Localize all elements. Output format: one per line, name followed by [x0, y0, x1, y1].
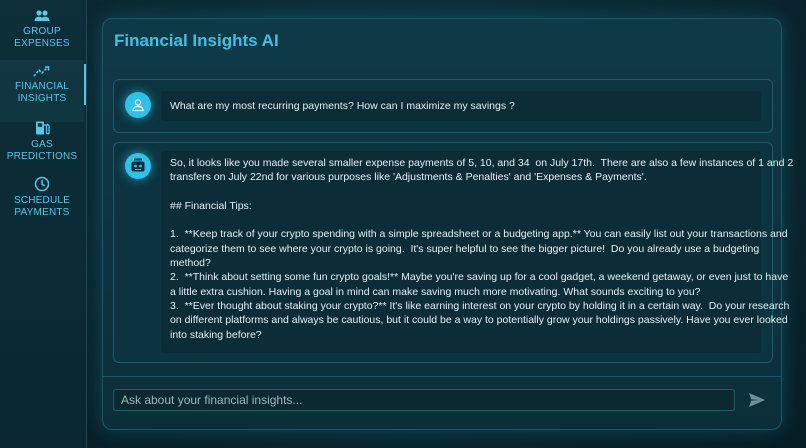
assistant-message-line — [170, 213, 752, 227]
sidebar: GROUP EXPENSES FINANCIAL INSIGHTS GAS PR… — [0, 0, 87, 448]
user-message: What are my most recurring payments? How… — [113, 79, 773, 133]
assistant-message-line: a little extra cushion. Having a goal in… — [170, 285, 701, 298]
assistant-message-line: transfers on July 22nd for various purpo… — [170, 171, 647, 184]
assistant-message-line: categorize them to see where your crypto… — [170, 242, 760, 255]
sidebar-item-gas-predictions[interactable]: GAS PREDICTIONS — [0, 120, 84, 163]
app-root: GROUP EXPENSES FINANCIAL INSIGHTS GAS PR… — [0, 0, 806, 448]
assistant-message-line: ## Financial Tips: — [170, 199, 252, 212]
user-avatar-icon — [125, 92, 151, 118]
assistant-message-line — [170, 185, 752, 199]
assistant-message-line: 3. **Ever thought about staking your cry… — [170, 299, 790, 312]
user-message-text: What are my most recurring payments? How… — [161, 91, 761, 121]
assistant-message-line: on different platforms and always be cau… — [170, 314, 788, 327]
chat-panel: Financial Insights AI What are my most r… — [102, 18, 794, 430]
sidebar-item-group-expenses[interactable]: GROUP EXPENSES — [0, 9, 84, 50]
assistant-message-line: 2. **Think about setting some fun crypto… — [170, 271, 789, 284]
assistant-message-line: So, it looks like you made several small… — [170, 157, 794, 169]
input-bar — [103, 376, 781, 429]
sidebar-item-label: SCHEDULE PAYMENTS — [13, 195, 71, 218]
page-title: Financial Insights AI — [114, 31, 279, 50]
bot-avatar-icon — [125, 153, 151, 179]
chat-input[interactable] — [113, 389, 735, 411]
sidebar-item-label: GROUP EXPENSES — [14, 26, 70, 49]
assistant-message-line: 1. **Keep track of your crypto spending … — [170, 228, 788, 241]
send-button[interactable] — [745, 390, 769, 410]
group-icon — [34, 10, 50, 21]
assistant-message-text: So, it looks like you made several small… — [161, 151, 794, 353]
assistant-message: So, it looks like you made several small… — [113, 142, 794, 363]
sidebar-item-label: GAS PREDICTIONS — [6, 139, 78, 162]
send-icon — [749, 393, 765, 407]
assistant-message-line: method? — [170, 257, 211, 270]
gas-pump-icon — [36, 121, 50, 135]
trending-up-icon — [33, 66, 50, 77]
sidebar-item-label: FINANCIAL INSIGHTS — [14, 81, 70, 104]
clock-icon — [34, 176, 50, 192]
assistant-message-line: into staking before? — [170, 328, 262, 341]
sidebar-item-financial-insights[interactable]: FINANCIAL INSIGHTS — [0, 60, 86, 122]
sidebar-item-schedule-payments[interactable]: SCHEDULE PAYMENTS — [0, 176, 84, 219]
